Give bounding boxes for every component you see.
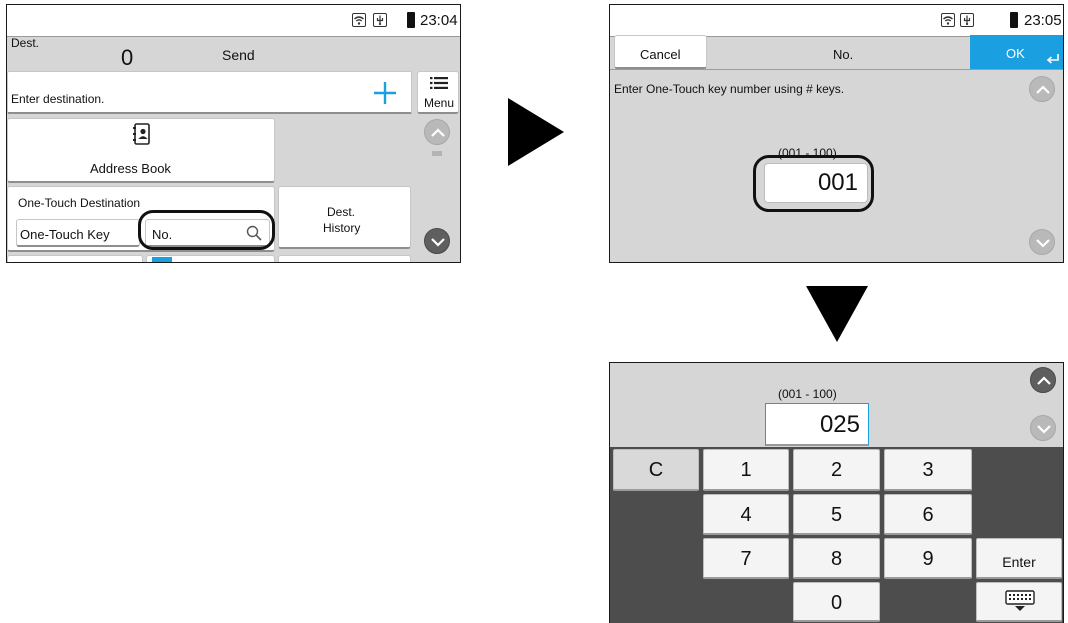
destination-placeholder: Enter destination. bbox=[11, 92, 105, 106]
battery-icon bbox=[1010, 12, 1018, 28]
scroll-position-indicator bbox=[432, 151, 442, 156]
clear-key[interactable]: C bbox=[613, 449, 699, 491]
arrow-right-icon bbox=[508, 98, 564, 166]
key-4[interactable]: 4 bbox=[703, 494, 789, 535]
enter-key[interactable]: Enter bbox=[976, 538, 1062, 579]
chevron-down-icon bbox=[1037, 425, 1051, 434]
chevron-up-icon bbox=[431, 128, 445, 137]
scroll-up-button[interactable] bbox=[1029, 76, 1055, 102]
number-entry-panel: 23:05 Cancel No. OK Enter One-Touch key … bbox=[609, 4, 1064, 263]
range-label: (001 - 100) bbox=[778, 387, 837, 401]
status-time: 23:05 bbox=[1024, 12, 1062, 29]
dialog-title: No. bbox=[833, 47, 854, 62]
chevron-down-icon bbox=[1036, 239, 1050, 248]
key-7[interactable]: 7 bbox=[703, 538, 789, 579]
dest-history-button[interactable]: Dest. History bbox=[278, 186, 411, 249]
key-0[interactable]: 0 bbox=[793, 582, 880, 622]
partial-row-item[interactable] bbox=[146, 255, 275, 262]
key-6[interactable]: 6 bbox=[884, 494, 972, 535]
chevron-up-icon bbox=[1036, 85, 1050, 94]
key-3[interactable]: 3 bbox=[884, 449, 972, 491]
address-book-button[interactable]: Address Book bbox=[7, 118, 275, 183]
partial-row-icon bbox=[152, 257, 172, 262]
keyboard-icon bbox=[1005, 590, 1035, 611]
one-touch-key-button[interactable]: One-Touch Key bbox=[16, 219, 140, 247]
cancel-label: Cancel bbox=[640, 47, 681, 62]
usb-icon bbox=[960, 13, 974, 27]
address-book-label: Address Book bbox=[90, 161, 171, 176]
key-9[interactable]: 9 bbox=[884, 538, 972, 579]
one-touch-key-label: One-Touch Key bbox=[20, 227, 110, 242]
usb-icon bbox=[373, 13, 387, 27]
keypad-area: C 1 2 3 4 5 6 7 8 9 Enter 0 bbox=[610, 447, 1063, 623]
scroll-up-button[interactable] bbox=[424, 119, 450, 145]
key-8[interactable]: 8 bbox=[793, 538, 880, 579]
battery-icon bbox=[407, 12, 415, 28]
scroll-down-button[interactable] bbox=[1030, 415, 1056, 441]
one-touch-title: One-Touch Destination bbox=[18, 196, 141, 210]
key-1[interactable]: 1 bbox=[703, 449, 789, 491]
partial-row-item[interactable] bbox=[7, 255, 143, 262]
address-book-icon bbox=[133, 123, 150, 145]
ok-label: OK bbox=[1006, 46, 1025, 61]
chevron-down-icon bbox=[431, 238, 445, 247]
instruction-text: Enter One-Touch key number using # keys. bbox=[614, 82, 845, 96]
add-plus-icon[interactable] bbox=[372, 80, 398, 106]
number-search-highlight bbox=[138, 210, 275, 250]
header-divider bbox=[610, 69, 1063, 70]
send-tab[interactable]: Send bbox=[222, 47, 255, 63]
wifi-icon bbox=[352, 13, 366, 27]
keyboard-toggle-button[interactable] bbox=[976, 582, 1062, 622]
chevron-up-icon bbox=[1037, 376, 1051, 385]
dest-count: 0 bbox=[121, 45, 134, 70]
scroll-up-button[interactable] bbox=[1030, 367, 1056, 393]
key-5[interactable]: 5 bbox=[793, 494, 880, 535]
menu-list-icon bbox=[430, 77, 448, 89]
status-time: 23:04 bbox=[420, 12, 458, 29]
ok-button[interactable]: OK bbox=[970, 35, 1063, 69]
wifi-icon bbox=[941, 13, 955, 27]
keypad-panel: (001 - 100) 025 C 1 2 3 4 5 6 7 8 9 Ente… bbox=[609, 362, 1064, 623]
scroll-down-button[interactable] bbox=[1029, 229, 1055, 255]
arrow-down-icon bbox=[806, 286, 868, 342]
scroll-down-button[interactable] bbox=[424, 228, 450, 254]
number-field-highlight bbox=[753, 155, 874, 212]
dest-history-line1: Dest. bbox=[327, 205, 356, 219]
number-value: 025 bbox=[819, 411, 860, 438]
partial-row-item[interactable] bbox=[278, 255, 411, 262]
menu-button[interactable]: Menu bbox=[417, 71, 459, 114]
enter-return-icon bbox=[1046, 54, 1059, 64]
cancel-button[interactable]: Cancel bbox=[614, 35, 707, 69]
send-screen-panel: 23:04 Dest. 0 Send Enter destination. Me… bbox=[6, 4, 461, 263]
dest-label: Dest. bbox=[11, 36, 40, 50]
destination-input[interactable]: Enter destination. bbox=[7, 71, 412, 114]
status-bar: 23:04 bbox=[7, 5, 460, 37]
number-field[interactable]: 025 bbox=[765, 403, 869, 446]
key-2[interactable]: 2 bbox=[793, 449, 880, 491]
dest-history-line2: History bbox=[323, 221, 361, 235]
menu-label: Menu bbox=[424, 96, 455, 110]
status-bar: 23:05 bbox=[610, 5, 1063, 37]
